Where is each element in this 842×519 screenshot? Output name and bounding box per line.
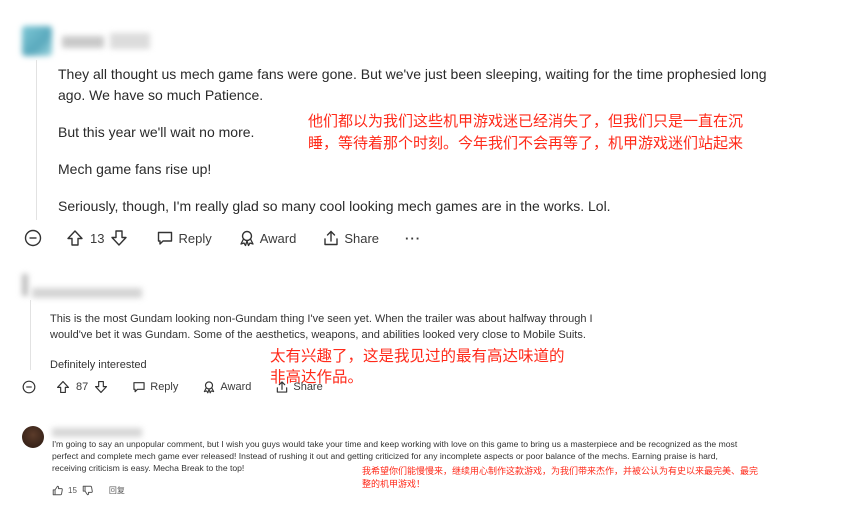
- reply-icon: [133, 382, 145, 393]
- downvote-icon[interactable]: [94, 380, 108, 394]
- username-redacted: [110, 33, 150, 49]
- share-label: Share: [293, 381, 323, 393]
- comment-actions: 13 Reply Award Share ···: [24, 227, 421, 249]
- reply-button[interactable]: Reply: [156, 229, 212, 247]
- thread-line[interactable]: [30, 300, 31, 370]
- comment-paragraph: This is the most Gundam looking non-Gund…: [50, 313, 593, 341]
- award-icon: [204, 381, 215, 394]
- username-redacted[interactable]: [62, 36, 104, 48]
- award-button[interactable]: Award: [238, 229, 297, 247]
- username-redacted[interactable]: [32, 288, 142, 298]
- award-label: Award: [259, 230, 297, 246]
- comment-paragraph: Definitely interested: [50, 359, 147, 371]
- comment-actions: 87 Reply Award Share: [22, 378, 323, 396]
- comment-paragraph: They all thought us mech game fans were …: [58, 66, 767, 103]
- award-label: Award: [220, 381, 252, 393]
- reply-label: Reply: [150, 381, 179, 393]
- share-icon: [277, 381, 288, 393]
- reply-icon: [158, 231, 173, 245]
- upvote-icon[interactable]: [66, 229, 84, 247]
- reply-label: Reply: [178, 230, 212, 246]
- avatar[interactable]: [22, 426, 44, 448]
- collapse-icon[interactable]: [22, 380, 36, 394]
- share-button[interactable]: Share: [322, 229, 379, 247]
- reply-button[interactable]: 回复: [109, 485, 125, 496]
- translation-line: 太有兴趣了，这是我见过的最有高达味道的: [270, 347, 565, 365]
- avatar[interactable]: [22, 26, 52, 56]
- vote-count: 13: [90, 230, 105, 246]
- share-icon: [324, 230, 339, 246]
- avatar[interactable]: [22, 274, 28, 296]
- reply-button[interactable]: Reply: [132, 380, 178, 394]
- thread-line[interactable]: [36, 60, 37, 220]
- share-label: Share: [344, 230, 380, 246]
- dislike-icon[interactable]: [82, 485, 93, 496]
- award-button[interactable]: Award: [202, 380, 251, 394]
- collapse-icon[interactable]: [24, 229, 42, 247]
- vote-count: 87: [76, 381, 89, 393]
- more-options-button[interactable]: ···: [405, 231, 421, 246]
- comment-actions: 15 回复: [52, 483, 125, 497]
- translation-annotation: 我希望你们能慢慢来，继续用心制作这款游戏，为我们带来杰作，并被公认为有史以来最完…: [362, 467, 759, 490]
- username-redacted[interactable]: [52, 428, 142, 437]
- comment-paragraph: Mech game fans rise up!: [58, 161, 212, 177]
- share-button[interactable]: Share: [275, 380, 323, 394]
- translation-annotation: 他们都以为我们这些机甲游戏迷已经消失了，但我们只是一直在沉睡，等待着那个时刻。今…: [308, 112, 744, 152]
- award-icon: [240, 230, 254, 247]
- comment-paragraph: Seriously, though, I'm really glad so ma…: [58, 198, 611, 214]
- comment-paragraph: But this year we'll wait no more.: [58, 124, 255, 140]
- downvote-icon[interactable]: [110, 229, 128, 247]
- like-icon[interactable]: [52, 485, 63, 496]
- like-count: 15: [68, 485, 77, 495]
- upvote-icon[interactable]: [56, 380, 70, 394]
